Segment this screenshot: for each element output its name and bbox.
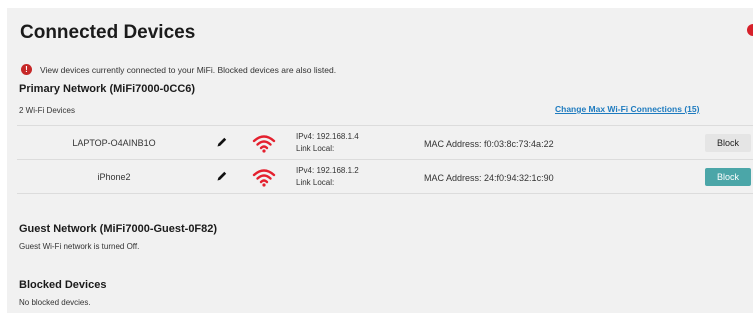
info-icon: ! <box>21 64 32 75</box>
block-button[interactable]: Block <box>705 168 751 186</box>
device-table: LAPTOP-O4AINB1O IPv4: 192.168.1.4 Link L… <box>17 125 753 194</box>
alert-indicator-icon <box>747 24 753 36</box>
blocked-devices-status: No blocked devcies. <box>19 298 91 307</box>
link-local-address: Link Local: <box>296 178 335 187</box>
guest-network-title: Guest Network (MiFi7000-Guest-0F82) <box>19 223 218 235</box>
device-name: LAPTOP-O4AINB1O <box>72 138 156 148</box>
table-row: LAPTOP-O4AINB1O IPv4: 192.168.1.4 Link L… <box>17 125 753 159</box>
device-name: iPhone2 <box>97 172 131 182</box>
guest-network-status: Guest Wi-Fi network is turned Off. <box>19 242 140 251</box>
info-message: ! View devices currently connected to yo… <box>21 64 336 75</box>
ip-info: IPv4: 192.168.1.4 Link Local: <box>296 131 359 155</box>
info-text: View devices currently connected to your… <box>40 64 337 75</box>
wifi-signal-icon <box>252 135 276 153</box>
primary-network-title: Primary Network (MiFi7000-0CC6) <box>19 83 196 95</box>
block-button[interactable]: Block <box>705 134 751 152</box>
mac-address: MAC Address: 24:f0:94:32:1c:90 <box>424 173 554 183</box>
ip-info: IPv4: 192.168.1.2 Link Local: <box>296 165 359 189</box>
ipv4-address: IPv4: 192.168.1.2 <box>296 166 359 175</box>
table-row: iPhone2 IPv4: 192.168.1.2 Link Local: MA… <box>17 159 753 194</box>
wifi-signal-icon <box>252 169 276 187</box>
pencil-icon[interactable] <box>216 136 228 148</box>
page-title: Connected Devices <box>20 22 196 43</box>
blocked-devices-title: Blocked Devices <box>19 279 107 291</box>
pencil-icon[interactable] <box>216 170 228 182</box>
ipv4-address: IPv4: 192.168.1.4 <box>296 132 359 141</box>
change-max-connections-link[interactable]: Change Max Wi-Fi Connections (15) <box>555 104 699 114</box>
wifi-device-count: 2 Wi-Fi Devices <box>19 106 76 115</box>
mac-address: MAC Address: f0:03:8c:73:4a:22 <box>424 139 554 149</box>
link-local-address: Link Local: <box>296 144 335 153</box>
